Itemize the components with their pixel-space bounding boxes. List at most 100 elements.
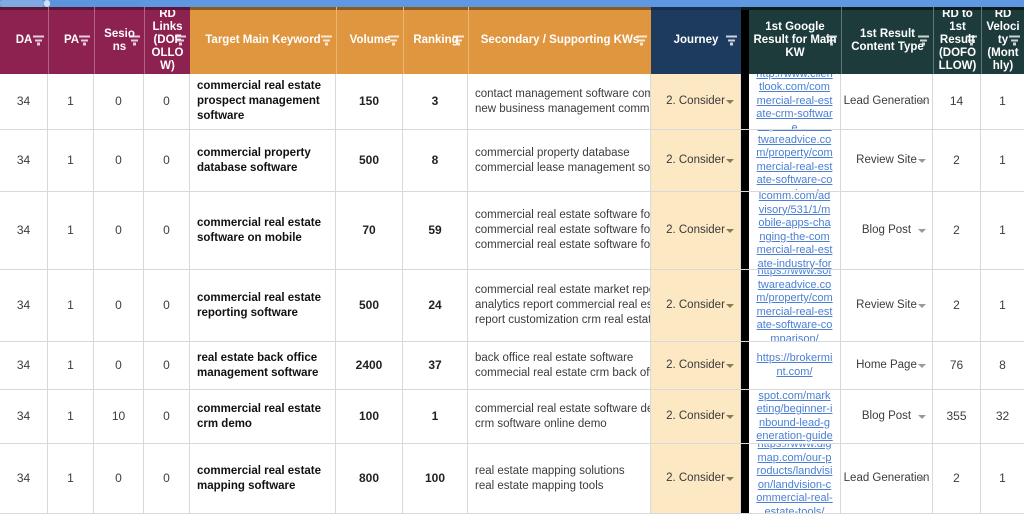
cell-rd_vel[interactable]: 1	[981, 270, 1024, 342]
cell-google1[interactable]: http://www.clientlook.com/commercial-rea…	[749, 74, 841, 130]
cell-ranking[interactable]: 59	[403, 192, 468, 270]
cell-ranking[interactable]: 37	[403, 342, 468, 390]
column-header-google1[interactable]: 1st Google Result for Main KW	[749, 7, 841, 74]
cell-secondary[interactable]: commercial real estate software demo crm…	[468, 390, 651, 444]
column-header-journey[interactable]: Journey	[651, 7, 741, 74]
cell-da[interactable]: 34	[0, 74, 48, 130]
result-url-link[interactable]: https://www.softwareadvice.com/property/…	[756, 270, 833, 341]
filter-funnel-icon[interactable]	[918, 35, 929, 46]
cell-secondary[interactable]: commercial real estate software for ipl …	[468, 192, 651, 270]
cell-journey[interactable]: 2. Consider	[651, 74, 741, 130]
cell-sessions[interactable]: 0	[94, 444, 144, 514]
result-url-link[interactable]: http://www.clientlook.com/commercial-rea…	[756, 74, 833, 129]
column-header-pa[interactable]: PA	[48, 7, 94, 74]
cell-sessions[interactable]: 10	[94, 390, 144, 444]
cell-ctype[interactable]: Review Site	[841, 270, 933, 342]
cell-rd_links[interactable]: 0	[144, 74, 190, 130]
cell-secondary[interactable]: back office real estate software commeci…	[468, 342, 651, 390]
cell-journey[interactable]: 2. Consider	[651, 130, 741, 192]
cell-main_kw[interactable]: commercial real estate mapping software	[190, 444, 336, 514]
column-header-divider[interactable]	[741, 7, 749, 74]
cell-main_kw[interactable]: commercial property database software	[190, 130, 336, 192]
filter-funnel-icon[interactable]	[726, 35, 737, 46]
filter-funnel-icon[interactable]	[33, 35, 44, 46]
cell-pa[interactable]: 1	[48, 444, 94, 514]
cell-journey[interactable]: 2. Consider	[651, 390, 741, 444]
cell-sessions[interactable]: 0	[94, 74, 144, 130]
filter-funnel-icon[interactable]	[79, 35, 90, 46]
table-row[interactable]: 34 1 0 0 real estate back office management …	[0, 342, 1024, 390]
table-row[interactable]: 34 1 10 0 commercial real estate crm demo 100…	[0, 390, 1024, 444]
cell-volume[interactable]: 500	[336, 130, 403, 192]
column-header-rd_vel[interactable]: RD Veloci ty (Mont hly)	[981, 7, 1024, 74]
chevron-down-icon[interactable]	[726, 158, 734, 163]
scrollbar-thumb-main[interactable]	[140, 0, 1024, 7]
cell-rd_to_1st[interactable]: 76	[933, 342, 981, 390]
horizontal-scrollbar[interactable]	[0, 0, 1024, 7]
cell-sessions[interactable]: 0	[94, 342, 144, 390]
chevron-down-icon[interactable]	[918, 414, 926, 419]
table-row[interactable]: 34 1 0 0 commercial real estate reporting so…	[0, 270, 1024, 342]
cell-pa[interactable]: 1	[48, 342, 94, 390]
filter-funnel-icon[interactable]	[1009, 35, 1020, 46]
filter-funnel-icon[interactable]	[321, 35, 332, 46]
cell-rd_to_1st[interactable]: 2	[933, 444, 981, 514]
cell-secondary[interactable]: real estate mapping solutions real estat…	[468, 444, 651, 514]
cell-google1[interactable]: https://blog.hubspot.com/marketing/begin…	[749, 390, 841, 444]
cell-sessions[interactable]: 0	[94, 270, 144, 342]
cell-da[interactable]: 34	[0, 130, 48, 192]
cell-ctype[interactable]: Lead Generation	[841, 74, 933, 130]
cell-da[interactable]: 34	[0, 342, 48, 390]
cell-pa[interactable]: 1	[48, 390, 94, 444]
cell-main_kw[interactable]: commercial real estate crm demo	[190, 390, 336, 444]
scrollbar-thumb-marker[interactable]	[44, 0, 50, 7]
cell-google1[interactable]: https://www.realcomm.com/advisory/531/1/…	[749, 192, 841, 270]
filter-funnel-icon[interactable]	[966, 35, 977, 46]
cell-rd_to_1st[interactable]: 2	[933, 270, 981, 342]
cell-rd_vel[interactable]: 1	[981, 74, 1024, 130]
cell-pa[interactable]: 1	[48, 74, 94, 130]
cell-google1[interactable]: https://www.softwareadvice.com/property/…	[749, 130, 841, 192]
cell-secondary[interactable]: commercial real estate market reports an…	[468, 270, 651, 342]
cell-ranking[interactable]: 100	[403, 444, 468, 514]
column-header-main_kw[interactable]: Target Main Keyword	[190, 7, 336, 74]
cell-volume[interactable]: 100	[336, 390, 403, 444]
column-header-ranking[interactable]: Ranking	[403, 7, 468, 74]
table-row[interactable]: 34 1 0 0 commercial real estate software on …	[0, 192, 1024, 270]
cell-rd_links[interactable]: 0	[144, 444, 190, 514]
cell-pa[interactable]: 1	[48, 270, 94, 342]
filter-funnel-icon[interactable]	[129, 35, 140, 46]
cell-rd_to_1st[interactable]: 355	[933, 390, 981, 444]
cell-ranking[interactable]: 1	[403, 390, 468, 444]
result-url-link[interactable]: https://blog.hubspot.com/marketing/begin…	[756, 390, 833, 443]
column-header-secondary[interactable]: Secondary / Supporting KWs	[468, 7, 651, 74]
chevron-down-icon[interactable]	[726, 363, 734, 368]
scrollbar-thumb-left[interactable]	[0, 0, 44, 7]
cell-volume[interactable]: 150	[336, 74, 403, 130]
column-header-da[interactable]: DA	[0, 7, 48, 74]
cell-journey[interactable]: 2. Consider	[651, 342, 741, 390]
chevron-down-icon[interactable]	[726, 303, 734, 308]
table-row[interactable]: 34 1 0 0 commercial real estate prospect man…	[0, 74, 1024, 130]
cell-ranking[interactable]: 8	[403, 130, 468, 192]
cell-main_kw[interactable]: commercial real estate prospect manageme…	[190, 74, 336, 130]
cell-da[interactable]: 34	[0, 192, 48, 270]
cell-volume[interactable]: 70	[336, 192, 403, 270]
cell-da[interactable]: 34	[0, 390, 48, 444]
column-header-rd_links[interactable]: RD Links (DOF OLLO W)	[144, 7, 190, 74]
cell-ranking[interactable]: 24	[403, 270, 468, 342]
chevron-down-icon[interactable]	[918, 363, 926, 368]
filter-funnel-icon[interactable]	[826, 35, 837, 46]
filter-funnel-icon[interactable]	[636, 35, 647, 46]
cell-ctype[interactable]: Lead Generation	[841, 444, 933, 514]
cell-rd_links[interactable]: 0	[144, 342, 190, 390]
cell-rd_vel[interactable]: 1	[981, 192, 1024, 270]
cell-volume[interactable]: 500	[336, 270, 403, 342]
chevron-down-icon[interactable]	[918, 99, 926, 104]
column-header-sessions[interactable]: Sesio ns	[94, 7, 144, 74]
cell-main_kw[interactable]: commercial real estate reporting softwar…	[190, 270, 336, 342]
cell-volume[interactable]: 800	[336, 444, 403, 514]
chevron-down-icon[interactable]	[726, 414, 734, 419]
cell-rd_vel[interactable]: 1	[981, 130, 1024, 192]
cell-rd_vel[interactable]: 8	[981, 342, 1024, 390]
